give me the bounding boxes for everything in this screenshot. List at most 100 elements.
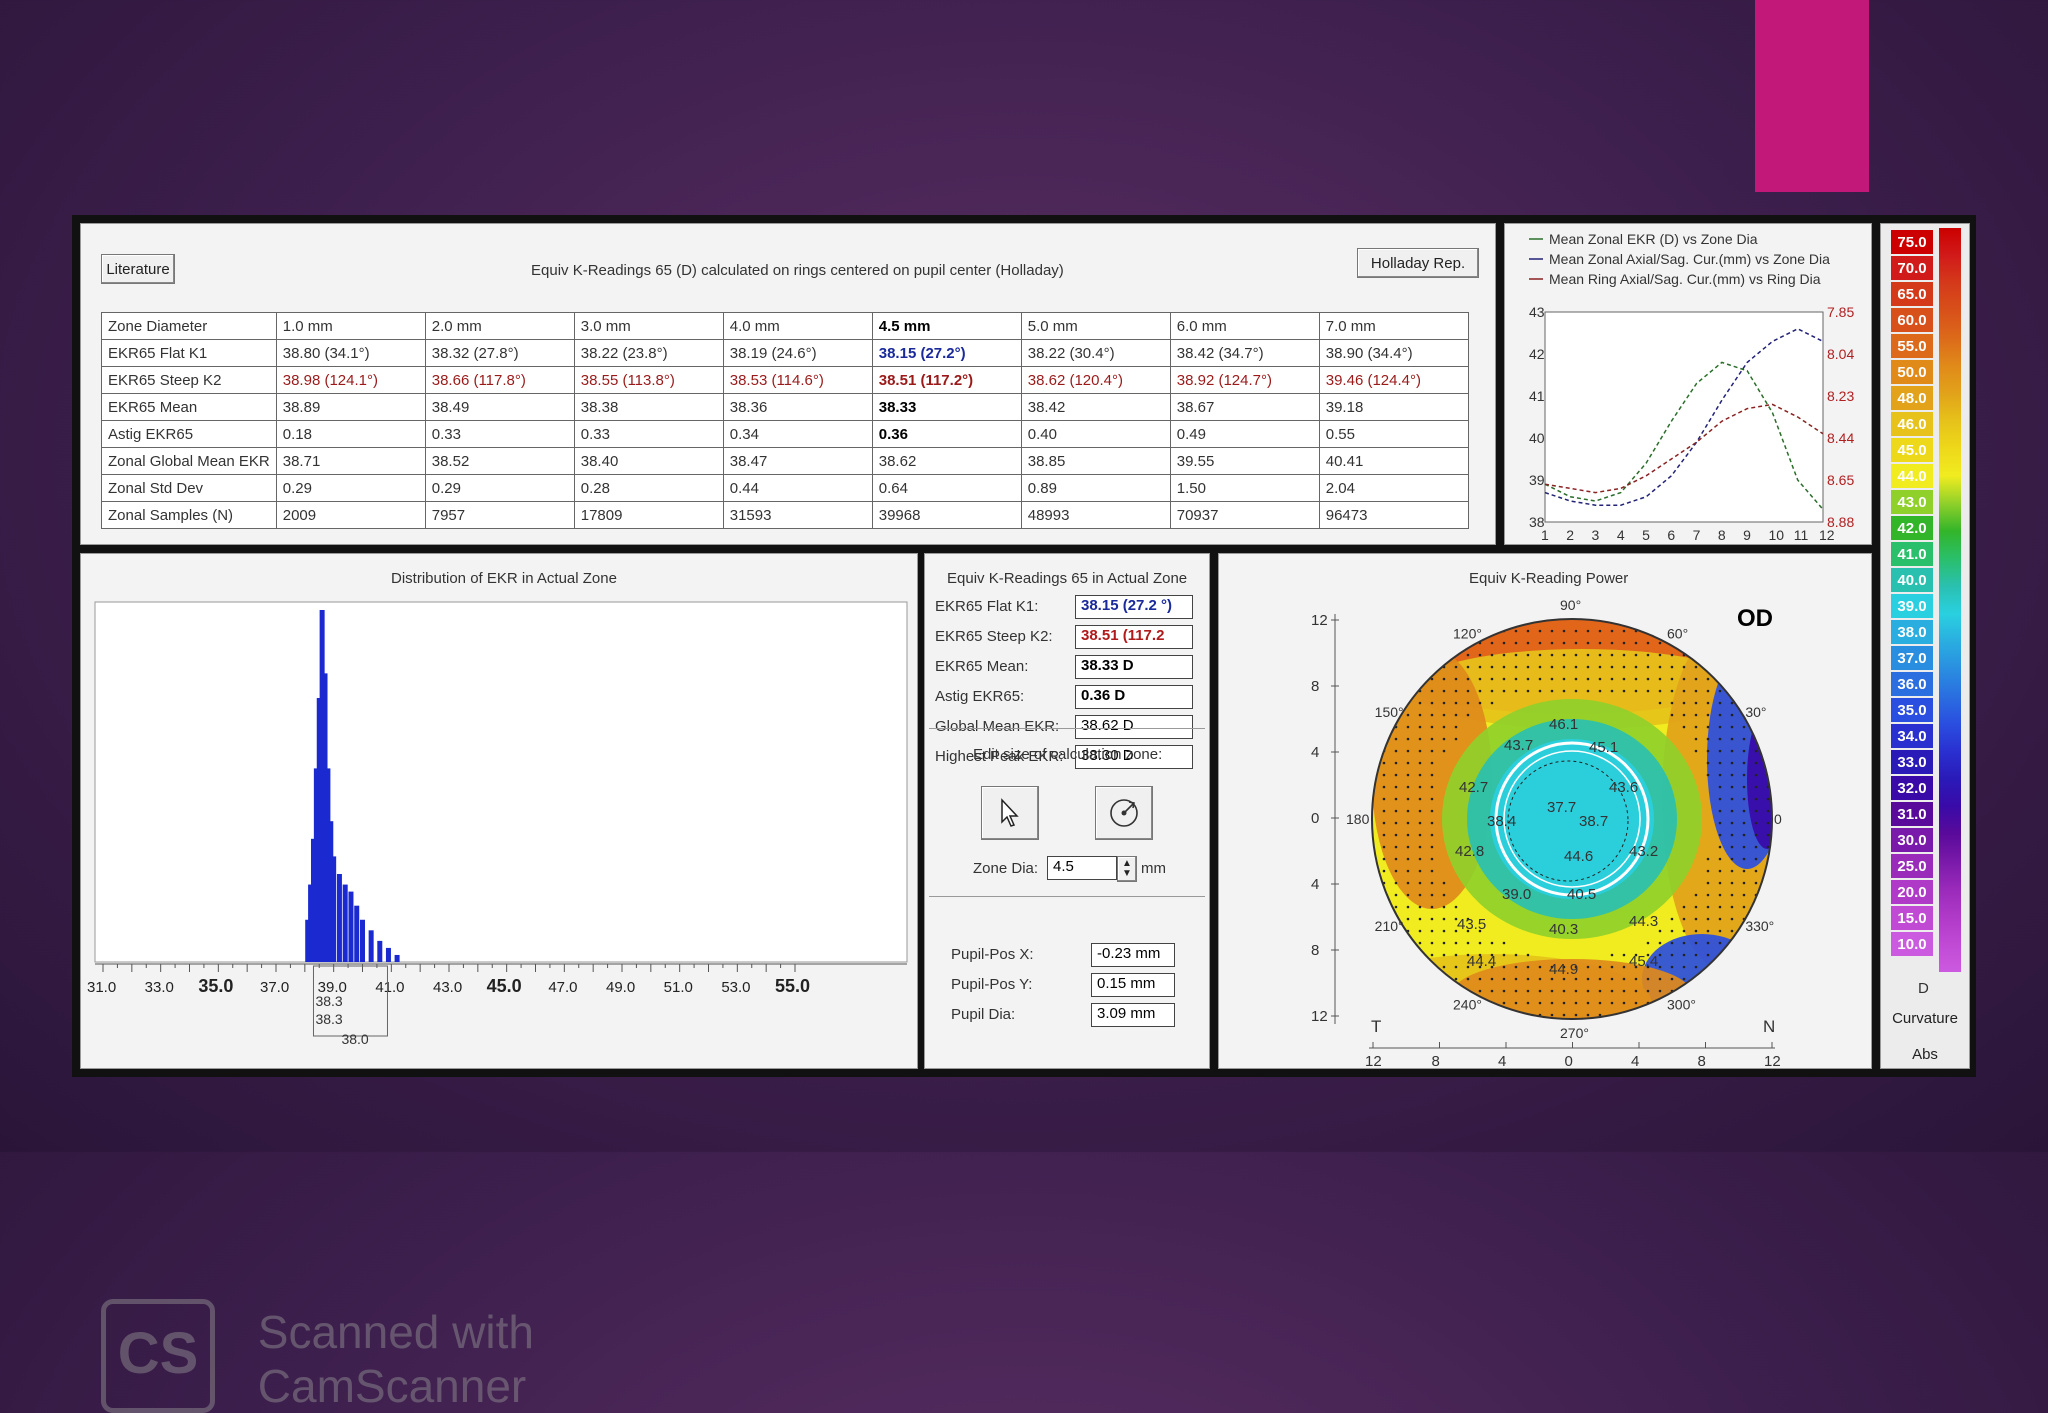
map-point	[1454, 665, 1458, 669]
map-point	[1658, 689, 1662, 693]
map-value-label: 40.5	[1567, 886, 1596, 903]
map-angle-label: 210°	[1375, 918, 1404, 934]
map-point	[1730, 809, 1734, 813]
map-point	[1538, 989, 1542, 993]
zone-dia-input[interactable]: 4.5	[1047, 856, 1117, 880]
map-point	[1610, 641, 1614, 645]
map-point	[1538, 665, 1542, 669]
table-cell: 38.42	[1020, 393, 1171, 421]
map-point	[1514, 965, 1518, 969]
summary-label: EKR65 Mean:	[935, 658, 1029, 675]
map-point	[1598, 677, 1602, 681]
map-point	[1550, 689, 1554, 693]
histogram-bar	[354, 905, 360, 962]
map-point	[1406, 833, 1410, 837]
scale-value: 41.0	[1891, 542, 1933, 566]
table-cell: 39.18	[1318, 393, 1469, 421]
map-point	[1742, 737, 1746, 741]
x-tick-label: 47.0	[548, 979, 577, 996]
map-x-tick-label: 8	[1698, 1053, 1706, 1068]
map-point	[1730, 761, 1734, 765]
table-cell: 38.38	[573, 393, 724, 421]
map-point	[1598, 665, 1602, 669]
map-point	[1490, 641, 1494, 645]
row-label: Zonal Samples (N)	[101, 501, 277, 529]
map-point	[1442, 677, 1446, 681]
map-point	[1598, 641, 1602, 645]
map-x-tick-label: 0	[1565, 1053, 1573, 1068]
map-point	[1526, 689, 1530, 693]
map-point	[1418, 785, 1422, 789]
y2-tick-label: 7.85	[1827, 304, 1854, 320]
map-point	[1694, 737, 1698, 741]
map-point	[1406, 749, 1410, 753]
map-point	[1706, 725, 1710, 729]
map-y-tick-label: 8	[1311, 678, 1319, 695]
holladay-report-button[interactable]: Holladay Rep.	[1357, 248, 1479, 278]
map-point	[1538, 1001, 1542, 1005]
map-value-label: 40.3	[1549, 921, 1578, 938]
table-cell: 38.36	[722, 393, 873, 421]
table-cell: 38.92 (124.7°)	[1169, 366, 1320, 394]
map-point	[1406, 845, 1410, 849]
map-point	[1622, 953, 1626, 957]
map-point	[1682, 953, 1686, 957]
map-point	[1442, 953, 1446, 957]
map-point	[1394, 797, 1398, 801]
map-point	[1694, 929, 1698, 933]
map-point	[1406, 797, 1410, 801]
scale-value: 55.0	[1891, 334, 1933, 358]
map-point	[1430, 869, 1434, 873]
map-point	[1706, 929, 1710, 933]
map-point	[1490, 677, 1494, 681]
map-point	[1406, 773, 1410, 777]
table-cell: 38.40	[573, 447, 724, 475]
color-scale-ramp	[1939, 228, 1961, 972]
map-angle-label: 300°	[1667, 996, 1696, 1012]
map-point	[1622, 989, 1626, 993]
map-point	[1574, 677, 1578, 681]
map-point	[1754, 821, 1758, 825]
map-point	[1466, 689, 1470, 693]
circle-zone-tool-button[interactable]	[1095, 786, 1153, 840]
map-point	[1682, 713, 1686, 717]
map-point	[1382, 821, 1386, 825]
scale-value: 42.0	[1891, 516, 1933, 540]
abs-button[interactable]: Abs	[1885, 1040, 1965, 1068]
map-point	[1694, 713, 1698, 717]
map-point	[1502, 1001, 1506, 1005]
curvature-button[interactable]: Curvature	[1885, 1004, 1965, 1032]
map-point	[1670, 701, 1674, 705]
select-tool-button[interactable]	[981, 786, 1039, 840]
map-value-label: 38.4	[1487, 813, 1516, 830]
table-header-row: Zone Diameter 1.0 mm 2.0 mm 3.0 mm 4.0 mm 4.5…	[101, 312, 1469, 340]
x-tick-label: 1	[1541, 527, 1549, 543]
camscanner-watermark: CS Scanned with CamScanner	[101, 1299, 534, 1413]
map-point	[1430, 749, 1434, 753]
y-tick-label: 43	[1529, 304, 1545, 320]
literature-button[interactable]: Literature	[101, 254, 175, 284]
map-point	[1598, 1001, 1602, 1005]
map-point	[1562, 653, 1566, 657]
map-point	[1562, 641, 1566, 645]
map-point	[1394, 857, 1398, 861]
map-point	[1526, 989, 1530, 993]
map-point	[1538, 965, 1542, 969]
map-point	[1586, 965, 1590, 969]
k-readings-table: Zone Diameter 1.0 mm 2.0 mm 3.0 mm 4.0 mm 4.5…	[101, 312, 1469, 529]
map-point	[1466, 665, 1470, 669]
map-point	[1382, 773, 1386, 777]
map-point	[1442, 713, 1446, 717]
map-point	[1406, 725, 1410, 729]
x-tick-label: 5	[1642, 527, 1650, 543]
zone-dia-stepper[interactable]: ▲ ▼	[1117, 856, 1137, 882]
scale-value: 65.0	[1891, 282, 1933, 306]
map-point	[1754, 809, 1758, 813]
map-angle-label: 180	[1346, 811, 1370, 827]
scale-value: 36.0	[1891, 672, 1933, 696]
map-point	[1766, 821, 1770, 825]
map-point	[1634, 689, 1638, 693]
map-point	[1574, 1001, 1578, 1005]
map-point	[1658, 701, 1662, 705]
map-point	[1466, 941, 1470, 945]
